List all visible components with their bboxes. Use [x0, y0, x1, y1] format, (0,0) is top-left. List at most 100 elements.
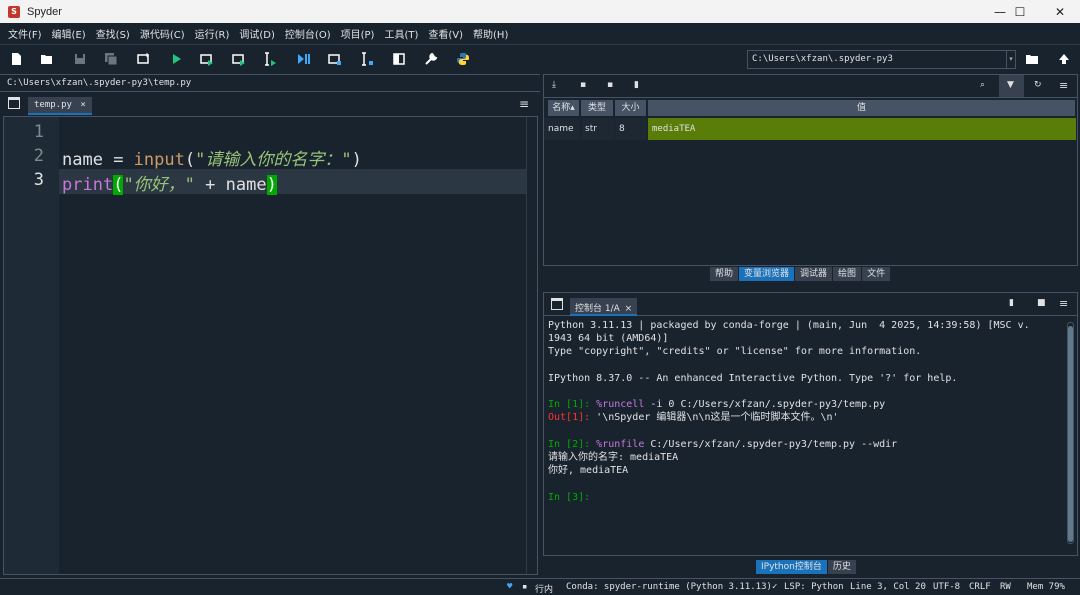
code-token: print: [62, 175, 114, 195]
browse-tabs-icon[interactable]: [8, 97, 20, 109]
interrupt-kernel-icon[interactable]: ■: [1037, 298, 1046, 308]
working-directory-input[interactable]: C:\Users\xfzan\.spyder-py3: [747, 50, 1007, 69]
save-data-as-icon[interactable]: ▪: [607, 80, 613, 90]
tab-variable-explorer[interactable]: 变量浏览器: [739, 267, 795, 281]
new-file-icon[interactable]: [8, 51, 24, 67]
menu-file[interactable]: 文件(F): [3, 26, 47, 41]
debug-icon[interactable]: [295, 51, 311, 67]
conda-env-status[interactable]: Conda: spyder-runtime (Python 3.11.13): [566, 582, 772, 592]
options-menu-icon[interactable]: ≡: [1059, 79, 1068, 92]
tab-close-icon[interactable]: ×: [80, 100, 85, 110]
table-cell-value[interactable]: mediaTEA: [648, 118, 1076, 140]
code-token: "请输入你的名字：": [195, 150, 352, 170]
tab-ipython-console[interactable]: IPython控制台: [756, 560, 827, 574]
table-cell-type[interactable]: str: [581, 118, 614, 140]
save-all-icon[interactable]: [103, 51, 119, 67]
code-line-2: name = input("请输入你的名字："): [62, 145, 362, 170]
browse-tabs-icon[interactable]: [551, 298, 563, 310]
save-data-icon[interactable]: ▪: [580, 80, 586, 90]
open-file-icon[interactable]: [39, 51, 55, 67]
code-token: =: [102, 150, 134, 170]
magic-command: %runcell: [596, 399, 645, 411]
code-line-3: print("你好，" + name): [62, 170, 277, 195]
maximize-pane-icon[interactable]: [391, 51, 407, 67]
folder-icon[interactable]: [1024, 51, 1040, 67]
filter-button[interactable]: ▼: [999, 75, 1024, 97]
menu-source[interactable]: 源代码(C): [135, 26, 190, 41]
table-cell-size[interactable]: 8: [615, 118, 647, 140]
menu-search[interactable]: 查找(S): [91, 26, 135, 41]
lsp-check-icon: ✓: [772, 582, 778, 592]
tab-console-1[interactable]: 控制台 1/A ×: [570, 298, 638, 316]
heart-icon[interactable]: ♥: [507, 582, 512, 592]
console-pane-tab-bar: IPython控制台 历史: [756, 560, 857, 574]
cursor-position: Line 3, Col 20: [850, 582, 926, 592]
variable-explorer-toolbar: ⤓ ▪ ▪ ▮ ⌕ ▼ ↻ ≡: [543, 74, 1078, 98]
column-header-name[interactable]: 名称▴: [548, 100, 580, 116]
filter-icon: ▼: [1007, 80, 1014, 90]
code-editor[interactable]: 1 2 3 name = input("请输入你的名字：") print("你好…: [3, 116, 538, 575]
working-directory-dropdown[interactable]: ▾: [1007, 50, 1016, 69]
preferences-icon[interactable]: [423, 51, 439, 67]
search-icon[interactable]: ⌕: [980, 80, 985, 90]
run-selection-icon[interactable]: [262, 51, 278, 67]
maximize-button[interactable]: ☐: [1000, 0, 1040, 23]
menu-consoles[interactable]: 控制台(O): [280, 26, 336, 41]
console-scrollbar-thumb[interactable]: [1068, 326, 1073, 542]
code-token: ): [351, 150, 362, 170]
options-menu-icon[interactable]: ≡: [519, 97, 529, 111]
run-icon[interactable]: [168, 51, 184, 67]
options-menu-icon[interactable]: ≡: [1059, 297, 1068, 310]
column-header-value[interactable]: 值: [648, 100, 1076, 116]
python-path-icon[interactable]: [455, 51, 471, 67]
tab-help[interactable]: 帮助: [710, 267, 739, 281]
ipython-console[interactable]: Python 3.11.13 | packaged by conda-forge…: [543, 316, 1078, 556]
variable-table: 名称▴ 类型 大小 值 name str 8 mediaTEA 帮助 变量浏览器…: [543, 98, 1078, 281]
up-arrow-icon[interactable]: [1056, 51, 1072, 67]
tab-debugger[interactable]: 调试器: [795, 267, 833, 281]
clear-console-icon[interactable]: ▮: [1009, 298, 1014, 308]
menu-help[interactable]: 帮助(H): [468, 26, 513, 41]
tab-close-icon[interactable]: ×: [625, 304, 633, 314]
column-header-type[interactable]: 类型: [581, 100, 614, 116]
tab-plots[interactable]: 绘图: [833, 267, 862, 281]
menu-view[interactable]: 查看(V): [423, 26, 468, 41]
memory-status: Mem 79%: [1027, 582, 1065, 592]
save-icon[interactable]: [72, 51, 88, 67]
table-cell-name[interactable]: name: [544, 118, 580, 140]
code-token: name: [62, 150, 103, 170]
matched-paren: ): [266, 175, 277, 195]
new-cell-icon[interactable]: [136, 51, 152, 67]
debug-selection-icon[interactable]: [359, 51, 375, 67]
menu-tools[interactable]: 工具(T): [379, 26, 423, 41]
remove-all-icon[interactable]: ▮: [634, 80, 639, 90]
edge-line: [526, 117, 527, 574]
console-line: Type "copyright", "credits" or "license"…: [548, 346, 922, 358]
tab-files[interactable]: 文件: [862, 267, 891, 281]
console-line: IPython 8.37.0 -- An enhanced Interactiv…: [548, 372, 958, 384]
debug-cell-icon[interactable]: [327, 51, 343, 67]
menu-run[interactable]: 运行(R): [190, 26, 235, 41]
spyder-logo-icon: S: [8, 5, 20, 18]
menu-debug[interactable]: 调试(D): [234, 26, 280, 41]
lsp-status[interactable]: LSP: Python: [784, 582, 844, 592]
run-cell-icon[interactable]: [199, 51, 215, 67]
menu-edit[interactable]: 编辑(E): [47, 26, 91, 41]
tab-history[interactable]: 历史: [827, 560, 856, 574]
tab-temp-py[interactable]: temp.py ×: [28, 97, 92, 115]
column-header-size[interactable]: 大小: [615, 100, 647, 116]
command-args: C:/Users/xfzan/.spyder-py3/temp.py --wdi…: [644, 438, 898, 450]
run-cell-advance-icon[interactable]: [231, 51, 247, 67]
menu-projects[interactable]: 项目(P): [336, 26, 380, 41]
refresh-icon[interactable]: ↻: [1034, 80, 1042, 90]
close-button[interactable]: ✕: [1040, 0, 1080, 23]
code-token: "你好，": [123, 175, 195, 195]
code-token: +: [194, 175, 226, 195]
line-number: 3: [33, 170, 44, 190]
input-prompt: In [1]:: [548, 399, 597, 411]
wrap-status: 行内: [535, 585, 554, 595]
console-line: In [1]: %runcell -i 0 C:/Users/xfzan/.sp…: [548, 398, 1073, 411]
import-data-icon[interactable]: ⤓: [552, 80, 556, 90]
